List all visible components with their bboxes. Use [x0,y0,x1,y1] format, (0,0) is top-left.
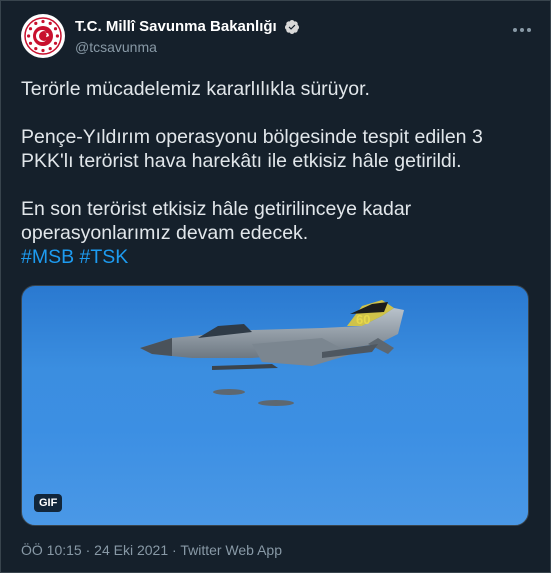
hashtag-msb[interactable]: #MSB [21,246,74,268]
ministry-emblem-icon [24,17,62,55]
gif-media[interactable]: 60 GIF [21,285,529,526]
author-display-name[interactable]: T.C. Millî Savunma Bakanlığı [75,18,277,35]
meta-separator: · [168,542,181,558]
tail-number: 60 [356,312,370,327]
tweet-line-1: Terörle mücadelemiz kararlılıkla sürüyor… [21,78,370,100]
tweet-paragraph-2: Pençe-Yıldırım operasyonu bölgesinde tes… [21,126,483,172]
more-options-button[interactable] [508,20,536,40]
gif-badge: GIF [34,494,63,512]
tweet-time[interactable]: ÖÖ 10:15 [21,542,82,558]
tweet-card: T.C. Millî Savunma Bakanlığı @tcsavunma … [0,0,551,573]
tweet-date[interactable]: 24 Eki 2021 [94,542,168,558]
hashtag-tsk[interactable]: #TSK [80,246,129,268]
tweet-source[interactable]: Twitter Web App [180,542,282,558]
tweet-paragraph-3: En son terörist etkisiz hâle getirilince… [21,198,412,244]
author-handle[interactable]: @tcsavunma [75,39,300,55]
verified-badge-icon [285,19,300,34]
tweet-text: Terörle mücadelemiz kararlılıkla sürüyor… [21,77,531,269]
fighter-jet-image: 60 [140,300,404,406]
author-names: T.C. Millî Savunma Bakanlığı @tcsavunma [75,18,300,55]
meta-separator: · [81,542,95,558]
avatar[interactable] [21,14,65,58]
tweet-header: T.C. Millî Savunma Bakanlığı @tcsavunma [21,14,536,58]
hashtag-list: #MSB #TSK [21,245,531,269]
tweet-meta: ÖÖ 10:15 · 24 Eki 2021 · Twitter Web App [21,542,282,558]
more-dots-icon [513,28,531,32]
